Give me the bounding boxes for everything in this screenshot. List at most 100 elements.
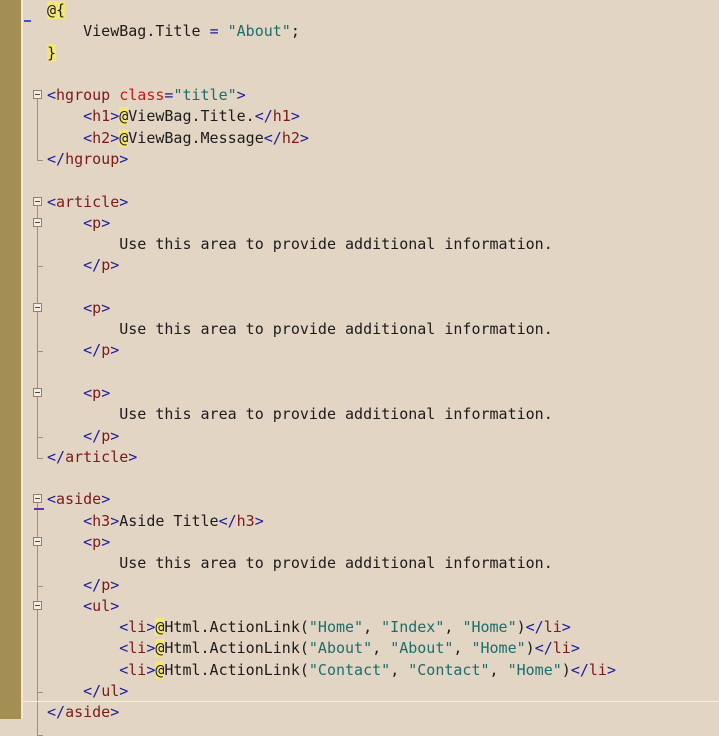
token-str: "Contact" xyxy=(308,660,391,679)
collapse-icon[interactable] xyxy=(33,302,42,312)
token-kw xyxy=(47,639,119,657)
token-punct: </ xyxy=(47,447,66,466)
code-line[interactable]: </p> xyxy=(23,340,719,361)
code-line[interactable]: <p> xyxy=(23,383,719,404)
token-punct: > xyxy=(110,426,120,445)
code-line[interactable]: @{ xyxy=(23,0,719,21)
fold-end xyxy=(37,585,43,587)
token-punct: > xyxy=(236,86,246,105)
code-line[interactable] xyxy=(23,170,719,191)
code-text: </article> xyxy=(47,447,137,468)
token-el: article xyxy=(56,192,120,211)
code-text: <article> xyxy=(47,192,128,213)
token-kw: ViewBag.Title. xyxy=(128,107,255,126)
code-line[interactable]: Use this area to provide additional info… xyxy=(23,319,719,340)
token-punct: </ xyxy=(83,681,102,700)
token-punct: </ xyxy=(534,639,553,658)
indicator-margin[interactable] xyxy=(0,0,21,719)
code-line[interactable]: </aside> xyxy=(23,702,719,723)
code-editor[interactable]: @{ ViewBag.Title = "About";} <hgroup clas… xyxy=(23,0,719,736)
code-line[interactable]: <hgroup class="title"> xyxy=(23,85,719,106)
collapse-icon[interactable] xyxy=(33,217,42,227)
token-kw: Html.ActionLink( xyxy=(164,618,309,637)
code-text: <li>@Html.ActionLink("Contact", "Contact… xyxy=(47,660,616,681)
code-line[interactable]: </p> xyxy=(23,255,719,276)
token-punct: > xyxy=(290,107,300,126)
token-el: h2 xyxy=(281,128,300,147)
code-line[interactable]: <p> xyxy=(23,213,719,234)
fold-end xyxy=(37,351,43,353)
token-kw: ViewBag.Title xyxy=(47,22,210,41)
token-punct: > xyxy=(101,298,111,317)
token-punct: </ xyxy=(83,575,102,594)
collapse-icon[interactable] xyxy=(33,537,42,546)
code-line[interactable]: <p> xyxy=(23,298,719,319)
token-el: ul xyxy=(92,596,111,615)
token-kw xyxy=(47,618,119,636)
token-kw: Use this area to provide additional info… xyxy=(47,320,553,339)
token-el: p xyxy=(101,256,111,275)
code-line[interactable]: <li>@Html.ActionLink("About", "About", "… xyxy=(23,638,719,659)
code-line[interactable]: <li>@Html.ActionLink("Home", "Index", "H… xyxy=(23,617,719,638)
code-line[interactable]: Use this area to provide additional info… xyxy=(23,404,719,425)
token-el: aside xyxy=(56,490,102,509)
code-line[interactable]: </p> xyxy=(23,426,719,447)
token-kw: ) xyxy=(516,618,526,637)
token-kw: , xyxy=(363,618,382,637)
code-text: <h1>@ViewBag.Title.</h1> xyxy=(47,106,300,127)
collapse-icon[interactable] xyxy=(33,600,42,610)
token-kw: , xyxy=(489,660,508,679)
code-line[interactable]: </ul> xyxy=(23,681,719,702)
code-line[interactable] xyxy=(23,362,719,383)
collapse-icon[interactable] xyxy=(33,388,42,398)
token-kw: ViewBag.Message xyxy=(128,128,264,147)
token-punct: < xyxy=(83,298,93,317)
token-punct: < xyxy=(83,384,93,403)
token-punct: </ xyxy=(218,511,237,530)
token-razor: @ xyxy=(119,128,129,147)
code-line[interactable]: Use this area to provide additional info… xyxy=(23,553,719,574)
code-line[interactable]: <h3>Aside Title</h3> xyxy=(23,511,719,532)
code-text: <li>@Html.ActionLink("About", "About", "… xyxy=(47,638,580,659)
fold-end xyxy=(37,457,43,459)
code-line[interactable]: <h1>@ViewBag.Title.</h1> xyxy=(23,106,719,127)
collapse-icon[interactable] xyxy=(33,90,42,100)
token-kw: , xyxy=(390,660,409,679)
code-text: <p> xyxy=(47,532,110,553)
code-line[interactable]: <li>@Html.ActionLink("Contact", "Contact… xyxy=(23,660,719,681)
code-line[interactable]: <article> xyxy=(23,192,719,213)
code-line[interactable] xyxy=(23,64,719,85)
token-punct: </ xyxy=(525,618,544,637)
token-attr: class xyxy=(119,86,165,105)
code-line[interactable]: </hgroup> xyxy=(23,149,719,170)
token-punct: < xyxy=(83,596,93,615)
code-line[interactable]: Use this area to provide additional info… xyxy=(23,234,719,255)
code-line[interactable]: } xyxy=(23,43,719,64)
code-line[interactable]: <p> xyxy=(23,532,719,553)
code-text: </hgroup> xyxy=(47,149,128,170)
code-line[interactable]: </p> xyxy=(23,575,719,596)
code-text: Use this area to provide additional info… xyxy=(47,319,553,340)
token-kw: ) xyxy=(561,660,571,679)
token-kw: , xyxy=(372,639,391,658)
code-line[interactable]: </article> xyxy=(23,447,719,468)
code-line[interactable]: <h2>@ViewBag.Message</h2> xyxy=(23,128,719,149)
fold-end xyxy=(37,734,43,736)
token-kw xyxy=(47,107,83,125)
token-punct: > xyxy=(254,511,264,530)
code-line[interactable]: <ul> xyxy=(23,596,719,617)
code-line[interactable] xyxy=(23,277,719,298)
token-punct: < xyxy=(119,660,129,679)
code-text: </aside> xyxy=(47,702,119,723)
token-punct: > xyxy=(101,213,111,232)
token-punct: < xyxy=(83,533,93,551)
code-line[interactable]: ViewBag.Title = "About"; xyxy=(23,21,719,42)
token-punct: < xyxy=(83,213,93,232)
collapse-icon[interactable] xyxy=(33,196,42,206)
code-line[interactable]: <aside> xyxy=(23,489,719,510)
collapse-icon[interactable] xyxy=(33,494,42,504)
token-kw xyxy=(110,86,119,104)
fold-end xyxy=(37,436,43,438)
code-line[interactable] xyxy=(23,468,719,489)
token-el: hgroup xyxy=(56,86,111,105)
